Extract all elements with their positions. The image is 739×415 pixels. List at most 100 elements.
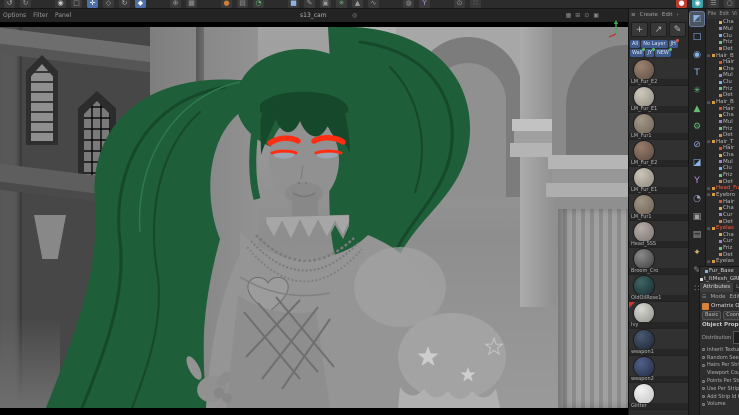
material-item[interactable]: LM_Fur1 xyxy=(629,194,688,221)
object-tree-row[interactable]: Eyelas xyxy=(706,258,739,265)
object-tree-row[interactable]: Hair xyxy=(706,59,739,66)
object-tree-row[interactable]: Cha xyxy=(706,232,739,239)
object-menu-item[interactable]: Edit xyxy=(719,11,729,17)
material-item[interactable]: Glitter xyxy=(629,383,688,410)
material-tool-button[interactable]: + xyxy=(631,22,648,37)
toolbar-icon[interactable]: ↻ xyxy=(20,0,31,8)
toolbar-icon[interactable]: ↻ xyxy=(119,0,130,8)
material-thumbnail[interactable] xyxy=(634,168,654,188)
object-tree-row[interactable]: Det xyxy=(706,132,739,139)
toolbar-icon[interactable] xyxy=(202,0,216,8)
object-tree-row[interactable]: Hair xyxy=(706,105,739,112)
material-thumbnail[interactable] xyxy=(634,276,654,296)
material-thumbnail[interactable] xyxy=(634,249,654,269)
keyframe-dot-icon[interactable] xyxy=(702,348,705,352)
tool-strip-icon[interactable]: ⊘ xyxy=(690,138,704,152)
property-row[interactable]: Use Per Strip S xyxy=(700,385,739,393)
viewport-mini-icon[interactable]: ▦ xyxy=(566,12,572,19)
toolbar-icon[interactable] xyxy=(151,0,165,8)
layer-button[interactable]: No Layer xyxy=(641,40,668,48)
viewport-menu-item[interactable]: Options xyxy=(3,12,26,19)
object-tree-row[interactable]: Hair xyxy=(706,198,739,205)
material-item[interactable]: LM_Fur_E2 xyxy=(629,140,688,167)
mode-menu[interactable]: Mode xyxy=(710,294,725,300)
object-tree-row[interactable]: Hair_B xyxy=(706,99,739,106)
object-tree-row[interactable]: Cur xyxy=(706,238,739,245)
attributes-tab[interactable]: Lay xyxy=(733,283,739,292)
object-tree-row[interactable]: Clu xyxy=(706,165,739,172)
toolbar-icon[interactable]: □ xyxy=(71,0,82,8)
object-tree-row[interactable]: Mul xyxy=(706,119,739,126)
toolbar-icon[interactable]: ⊕ xyxy=(170,0,181,8)
property-row[interactable]: Hairs Per Strip xyxy=(700,362,739,370)
toolbar-icon[interactable]: ■ xyxy=(288,0,299,8)
toolbar-icon[interactable]: ✳ xyxy=(336,0,347,8)
property-row[interactable]: Viewport Coun xyxy=(700,369,739,377)
keyframe-dot-icon[interactable] xyxy=(702,395,705,399)
toolbar-icon[interactable]: ▤ xyxy=(237,0,248,8)
material-thumbnail[interactable] xyxy=(634,114,654,134)
toolbar-icon[interactable]: ▲ xyxy=(352,0,363,8)
toolbar-icon[interactable]: ● xyxy=(221,0,232,8)
toolbar-icon[interactable]: ☰ xyxy=(708,0,719,8)
layer-button[interactable]: JH xyxy=(668,39,680,48)
toolbar-icon[interactable] xyxy=(435,0,449,8)
layer-button[interactable]: All xyxy=(630,40,641,48)
object-tree-row[interactable]: Friz xyxy=(706,39,739,46)
property-row[interactable]: Random Seed xyxy=(700,354,739,362)
object-tree-row[interactable]: Cha xyxy=(706,152,739,159)
toolbar-icon[interactable]: ↺ xyxy=(4,0,15,8)
toolbar-icon[interactable]: ∿ xyxy=(368,0,379,8)
keyframe-dot-icon[interactable] xyxy=(702,402,705,406)
material-item[interactable]: Broom_Cro xyxy=(629,248,688,275)
toolbar-icon[interactable]: ◇ xyxy=(103,0,114,8)
material-thumbnail[interactable] xyxy=(634,60,654,80)
object-tree-row[interactable]: Det xyxy=(706,92,739,99)
toolbar-icon[interactable]: ✎ xyxy=(304,0,315,8)
toolbar-icon[interactable] xyxy=(384,0,398,8)
tool-strip-icon[interactable]: ▲ xyxy=(690,102,704,116)
object-tree-row[interactable]: Fur_Base xyxy=(700,267,739,275)
object-menu-item[interactable]: Vi xyxy=(732,11,737,17)
material-tool-button[interactable]: ↗ xyxy=(650,22,667,37)
object-tree-row[interactable]: Friz xyxy=(706,172,739,179)
object-tree-row[interactable]: Mul xyxy=(706,26,739,33)
material-menu-item[interactable]: Edit xyxy=(662,12,673,18)
material-menu-item[interactable]: ≡ xyxy=(631,12,636,18)
property-row[interactable]: Volume xyxy=(700,401,739,409)
property-row[interactable]: Points Per Stra xyxy=(700,377,739,385)
layer-button[interactable]: Wall xyxy=(630,48,646,57)
object-tree-row[interactable]: Cur xyxy=(706,212,739,219)
toolbar-icon[interactable]: ▦ xyxy=(186,0,197,8)
tool-strip-icon[interactable]: ✳ xyxy=(690,84,704,98)
toolbar-icon[interactable]: Y xyxy=(419,0,430,8)
viewport-mini-icon[interactable]: ⊙ xyxy=(584,12,589,19)
tool-strip-icon[interactable]: ✦ xyxy=(690,246,704,260)
toolbar-icon[interactable]: ◉ xyxy=(55,0,66,8)
material-item[interactable]: Ivy xyxy=(629,302,688,329)
toolbar-icon[interactable] xyxy=(269,0,283,8)
layer-button[interactable]: NEW xyxy=(655,48,672,57)
object-tree-row[interactable]: Eyebro xyxy=(706,192,739,199)
material-thumbnail[interactable] xyxy=(634,87,654,107)
object-tree-row[interactable]: Friz xyxy=(706,85,739,92)
object-tree-row[interactable]: Eyelas xyxy=(706,225,739,232)
distribution-dropdown[interactable] xyxy=(733,331,739,344)
tool-strip-icon[interactable]: □ xyxy=(690,30,704,44)
object-tree-row[interactable]: Hair xyxy=(706,145,739,152)
toolbar-icon[interactable]: ◉ xyxy=(692,0,703,8)
object-tree-row[interactable]: Mul xyxy=(706,158,739,165)
camera-menu-icon[interactable]: ◎ xyxy=(352,12,357,19)
toolbar-icon[interactable]: ▣ xyxy=(320,0,331,8)
object-tree-row[interactable]: Cha xyxy=(706,205,739,212)
object-tree-row[interactable]: t_ltMesh_GRP xyxy=(700,275,739,283)
property-row[interactable]: Add Strip Id Ch xyxy=(700,393,739,401)
object-tree-row[interactable]: Mul xyxy=(706,72,739,79)
viewport-mini-icon[interactable]: ⊞ xyxy=(575,12,580,19)
tool-strip-icon[interactable]: ◩ xyxy=(690,12,704,26)
keyframe-dot-icon[interactable] xyxy=(702,363,705,367)
attributes-subtab[interactable]: Coordin xyxy=(723,311,739,320)
object-tree-row[interactable]: Det xyxy=(706,218,739,225)
material-item[interactable]: OldOilRose1 xyxy=(629,275,688,302)
material-item[interactable]: LM_Fur1 xyxy=(629,113,688,140)
